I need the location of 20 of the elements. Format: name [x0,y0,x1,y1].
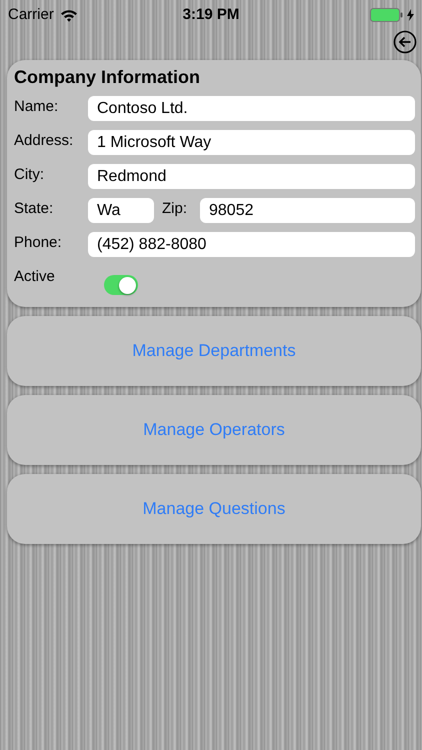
field-label: Zip: [162,199,188,219]
active-toggle[interactable] [104,275,138,295]
clock-text: 3:19 PM [182,4,240,25]
text-field[interactable]: 1 Microsoft Way [88,130,415,155]
field-label: State: [14,199,54,219]
carrier-text: Carrier [8,4,54,25]
field-label: Address: [14,131,74,151]
text-field[interactable]: Redmond [88,164,415,189]
wifi-icon [60,8,78,22]
text-field[interactable]: Contoso Ltd. [88,96,415,121]
card-title: Company Information [14,66,202,88]
field-label: Name: [14,97,60,117]
field-label: City: [14,165,45,185]
field-label: Active [14,267,56,287]
text-field[interactable]: 98052 [200,198,415,223]
text-field[interactable]: Wa [88,198,154,223]
back-button[interactable] [393,30,417,54]
battery-icon [370,8,404,22]
text-field[interactable]: (452) 882-8080 [88,232,415,257]
field-label: Phone: [14,233,63,253]
